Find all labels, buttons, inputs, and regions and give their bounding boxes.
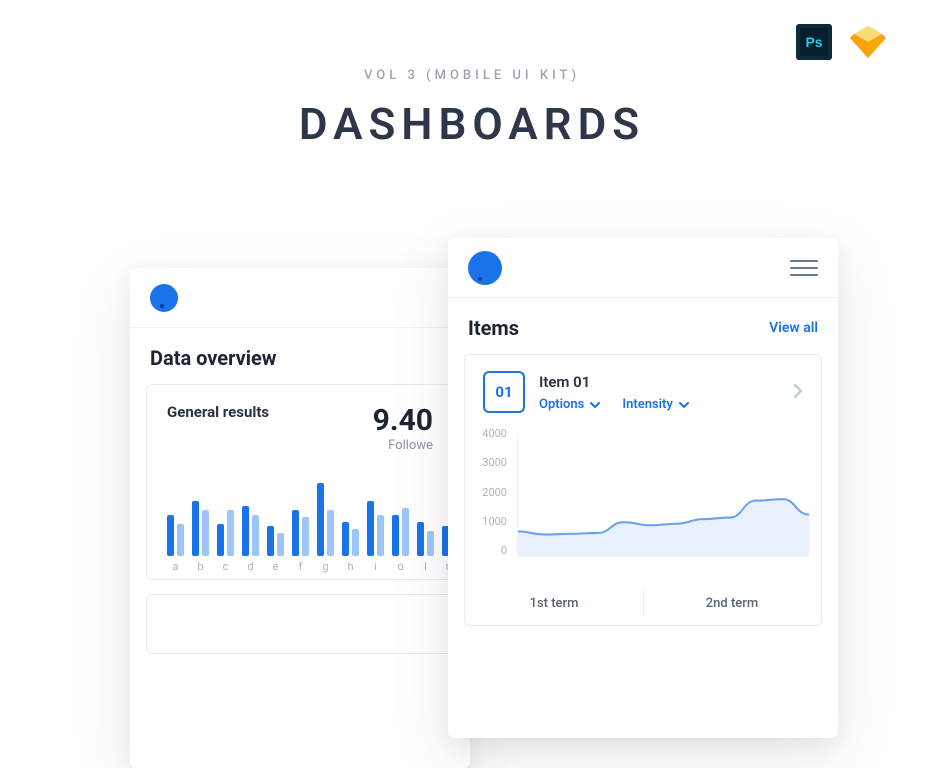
section-title: Items	[468, 316, 519, 340]
bar-category-label: o	[397, 560, 403, 573]
card-data-overview: Data overview General results 9.40 Follo…	[130, 268, 470, 768]
photoshop-badge-icon: Ps	[796, 24, 832, 64]
chevron-right-icon[interactable]	[793, 380, 803, 404]
bar-category-label: d	[247, 560, 253, 573]
area-chart: 4000 3000 2000 1000 0	[465, 427, 821, 575]
bar-category-label: a	[173, 560, 179, 573]
y-tick-label: 2000	[477, 486, 507, 499]
chevron-down-icon	[679, 397, 689, 412]
page-subtitle: VOL 3 (MOBILE UI KIT)	[0, 68, 944, 83]
item-number-badge: 01	[483, 371, 525, 413]
bar-category-label: h	[347, 560, 353, 573]
item-panel: 01 Item 01 Options Intensity	[464, 354, 822, 626]
avatar[interactable]	[468, 251, 502, 285]
kpi-label: Followe	[373, 438, 433, 453]
y-tick-label: 4000	[477, 427, 507, 440]
general-results-panel: General results 9.40 Followe a b c d e f g h i o l…	[146, 384, 454, 580]
bar-category-label: i	[374, 560, 377, 573]
options-dropdown[interactable]: Options	[539, 397, 600, 412]
bar-category-label: c	[223, 560, 229, 573]
bar-category-label: g	[322, 560, 328, 573]
bar-category-label: f	[299, 560, 303, 573]
sketch-badge-icon	[848, 24, 888, 64]
view-all-link[interactable]: View all	[769, 320, 818, 336]
card-items: Items View all 01 Item 01 Options	[448, 238, 838, 738]
y-tick-label: 0	[477, 544, 507, 557]
page-title: DASHBOARDS	[0, 98, 944, 150]
section-title: Data overview	[150, 346, 277, 370]
item-name: Item 01	[539, 373, 779, 391]
kpi-value: 9.40	[373, 403, 433, 438]
menu-icon[interactable]	[790, 260, 818, 276]
avatar[interactable]	[150, 284, 178, 312]
panel-title: General results	[167, 403, 269, 453]
svg-text:Ps: Ps	[805, 34, 822, 50]
secondary-panel	[146, 594, 454, 654]
y-tick-label: 1000	[477, 515, 507, 528]
bar-category-label: b	[197, 560, 203, 573]
chevron-down-icon	[590, 397, 600, 412]
y-tick-label: 3000	[477, 456, 507, 469]
bar-category-label: e	[273, 560, 279, 573]
bar-chart: abcdefghiolmn	[147, 459, 453, 579]
term-1[interactable]: 1st term	[465, 582, 643, 625]
intensity-label: Intensity	[622, 397, 673, 412]
options-label: Options	[539, 397, 584, 412]
intensity-dropdown[interactable]: Intensity	[622, 397, 689, 412]
term-2[interactable]: 2nd term	[643, 582, 821, 625]
bar-category-label: l	[424, 560, 427, 573]
